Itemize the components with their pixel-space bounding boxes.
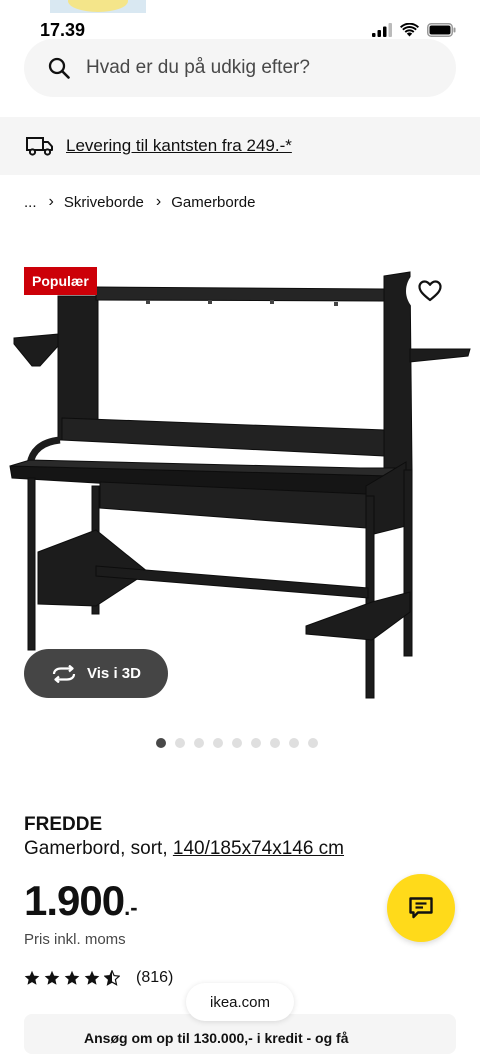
rotate-3d-icon — [52, 664, 76, 683]
carousel-dot[interactable] — [175, 738, 185, 748]
product-price: 1.900.- — [24, 877, 138, 925]
price-value: 1.900 — [24, 877, 125, 924]
chevron-right-icon: › — [48, 193, 54, 210]
credit-banner-text: Ansøg om op til 130.000,- i kredit - og … — [84, 1030, 349, 1046]
browser-domain[interactable]: ikea.com — [186, 983, 294, 1021]
popular-badge: Populær — [24, 267, 97, 295]
search-bar[interactable] — [24, 39, 456, 97]
vat-note: Pris inkl. moms — [24, 931, 126, 948]
breadcrumb-item-skriveborde[interactable]: Skriveborde — [64, 194, 144, 211]
carousel-dot[interactable] — [156, 738, 166, 748]
star-icon — [104, 970, 120, 986]
search-icon — [48, 57, 70, 79]
chat-button[interactable] — [387, 874, 455, 942]
star-icon — [64, 970, 80, 985]
carousel-dot[interactable] — [194, 738, 204, 748]
favourite-button[interactable] — [406, 267, 454, 315]
star-icon — [84, 970, 100, 985]
truck-icon — [26, 137, 53, 156]
rating-stars — [24, 970, 120, 986]
price-suffix: .- — [124, 895, 138, 920]
wifi-icon — [400, 23, 419, 37]
product-image[interactable] — [0, 255, 480, 715]
product-dimensions-link[interactable]: 140/185x74x146 cm — [173, 838, 344, 859]
review-count: (816) — [136, 969, 174, 986]
star-icon — [44, 970, 60, 985]
status-time: 17.39 — [40, 20, 86, 40]
delivery-banner[interactable]: Levering til kantsten fra 249.-* — [0, 117, 480, 175]
view-3d-button[interactable]: Vis i 3D — [24, 649, 168, 698]
previous-page-sliver — [50, 0, 146, 13]
star-icon — [24, 970, 40, 985]
heart-icon — [418, 280, 442, 302]
search-input[interactable] — [84, 56, 418, 80]
carousel-dot[interactable] — [308, 738, 318, 748]
product-rating[interactable]: (816) — [24, 969, 173, 987]
carousel-dot[interactable] — [251, 738, 261, 748]
image-carousel-dots — [156, 738, 318, 748]
status-icons — [372, 22, 456, 38]
breadcrumb-ellipsis[interactable]: ... — [24, 194, 37, 211]
delivery-link[interactable]: Levering til kantsten fra 249.-* — [66, 136, 292, 156]
chevron-right-icon: › — [155, 193, 162, 210]
battery-icon — [427, 23, 456, 37]
carousel-dot[interactable] — [270, 738, 280, 748]
carousel-dot[interactable] — [232, 738, 242, 748]
signal-icon — [372, 23, 392, 37]
breadcrumb: ... › Skriveborde › Gamerborde — [24, 192, 255, 212]
view-3d-label: Vis i 3D — [87, 665, 141, 682]
chat-icon — [409, 897, 433, 919]
breadcrumb-item-gamerborde[interactable]: Gamerborde — [171, 194, 255, 211]
carousel-dot[interactable] — [289, 738, 299, 748]
product-type: Gamerbord, sort, — [24, 838, 173, 859]
product-description: Gamerbord, sort, 140/185x74x146 cm — [24, 838, 344, 860]
product-name: FREDDE — [24, 814, 103, 835]
carousel-dot[interactable] — [213, 738, 223, 748]
